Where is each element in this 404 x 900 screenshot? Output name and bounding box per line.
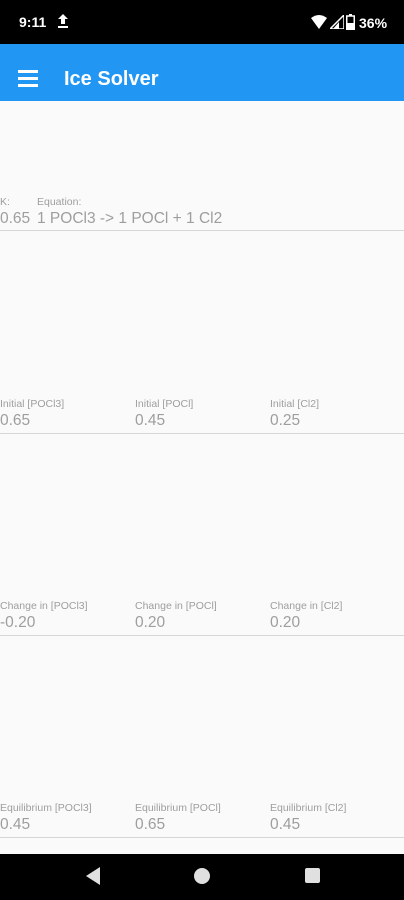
equation-field[interactable]: 1 POCl3 -> 1 POCl + 1 Cl2 xyxy=(37,210,222,228)
initial-pocl-field[interactable]: 0.45 xyxy=(135,412,165,430)
back-icon[interactable] xyxy=(84,866,102,886)
k-field[interactable]: 0.65 xyxy=(0,210,30,228)
equilibrium-pocl3-field[interactable]: 0.45 xyxy=(0,816,30,834)
equation-label: Equation: xyxy=(37,196,82,208)
initial-divider xyxy=(0,433,404,434)
upload-icon xyxy=(58,14,68,28)
equilibrium-divider xyxy=(0,837,404,838)
battery-percentage: 36% xyxy=(359,15,388,31)
app-bar: Ice Solver xyxy=(0,44,404,101)
change-cl2-field[interactable]: 0.20 xyxy=(270,614,300,632)
signal-icon xyxy=(330,15,344,29)
equilibrium-pocl-field[interactable]: 0.65 xyxy=(135,816,165,834)
change-pocl-field[interactable]: 0.20 xyxy=(135,614,165,632)
app-title: Ice Solver xyxy=(64,68,159,90)
change-pocl3-label: Change in [POCl3] xyxy=(0,600,88,612)
initial-cl2-field[interactable]: 0.25 xyxy=(270,412,300,430)
battery-icon xyxy=(346,14,355,30)
change-pocl3-field[interactable]: -0.20 xyxy=(0,614,35,632)
hamburger-menu-icon[interactable] xyxy=(18,70,38,87)
recents-icon[interactable] xyxy=(305,868,320,883)
change-pocl-label: Change in [POCl] xyxy=(135,600,217,612)
initial-pocl-label: Initial [POCl] xyxy=(135,398,194,410)
equilibrium-pocl-label: Equilibrium [POCl] xyxy=(135,802,221,814)
initial-pocl3-label: Initial [POCl3] xyxy=(0,398,65,410)
k-label: K: xyxy=(0,196,10,208)
change-divider xyxy=(0,635,404,636)
equilibrium-pocl3-label: Equilibrium [POCl3] xyxy=(0,802,92,814)
status-bar: 9:11 36% xyxy=(0,0,404,44)
equation-divider xyxy=(0,230,404,231)
home-icon[interactable] xyxy=(194,868,210,884)
equilibrium-cl2-field[interactable]: 0.45 xyxy=(270,816,300,834)
wifi-icon xyxy=(311,15,327,29)
initial-pocl3-field[interactable]: 0.65 xyxy=(0,412,30,430)
status-time: 9:11 xyxy=(19,14,47,30)
system-nav-bar xyxy=(0,854,404,900)
change-cl2-label: Change in [Cl2] xyxy=(270,600,343,612)
equilibrium-cl2-label: Equilibrium [Cl2] xyxy=(270,802,347,814)
ice-table: K: 0.65 Equation: 1 POCl3 -> 1 POCl + 1 … xyxy=(0,101,404,854)
initial-cl2-label: Initial [Cl2] xyxy=(270,398,320,410)
